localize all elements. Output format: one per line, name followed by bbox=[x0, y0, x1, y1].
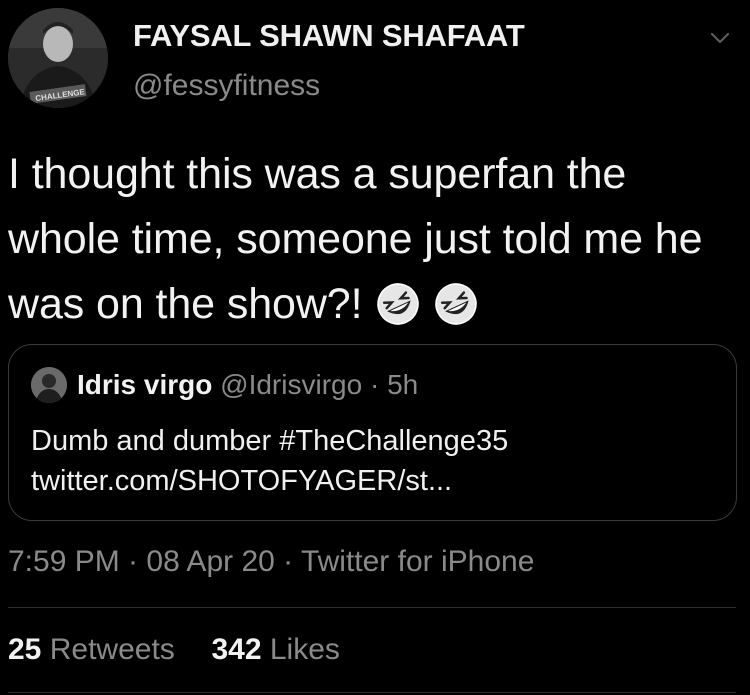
likes-count: 342 bbox=[211, 633, 262, 666]
quoted-tweet-header: Idris virgo @Idrisvirgo · 5h bbox=[77, 369, 418, 401]
divider bbox=[8, 607, 736, 608]
quoted-author-avatar bbox=[31, 367, 67, 403]
quoted-avatar-image bbox=[31, 367, 67, 403]
tweet-body: I thought this was a superfan the whole … bbox=[8, 150, 703, 328]
tweet-text: I thought this was a superfan the whole … bbox=[8, 142, 738, 337]
retweets-stat[interactable]: 25 Retweets bbox=[8, 633, 183, 666]
quoted-text-line-2: twitter.com/SHOTOFYAGER/st... bbox=[31, 465, 453, 497]
chevron-down-icon[interactable] bbox=[708, 26, 732, 50]
retweets-label: Retweets bbox=[49, 633, 175, 666]
quoted-tweet-card[interactable]: Idris virgo @Idrisvirgo · 5h Dumb and du… bbox=[8, 344, 737, 521]
quoted-separator: · bbox=[369, 369, 380, 400]
author-avatar[interactable]: CHALLENGE bbox=[8, 8, 108, 108]
likes-stat[interactable]: 342 Likes bbox=[211, 633, 339, 666]
quoted-text-line-1: Dumb and dumber #TheChallenge35 bbox=[31, 425, 509, 457]
divider bbox=[8, 692, 736, 693]
author-handle[interactable]: @fessyfitness bbox=[133, 69, 320, 103]
author-name[interactable]: FAYSAL SHAWN SHAFAAT bbox=[133, 18, 525, 54]
rolling-on-floor-laughing-icon bbox=[377, 283, 420, 325]
rolling-on-floor-laughing-icon bbox=[435, 283, 477, 325]
likes-label: Likes bbox=[269, 633, 340, 666]
author-avatar-image: CHALLENGE bbox=[8, 8, 108, 108]
tweet-metadata: 7:59 PM · 08 Apr 20 · Twitter for iPhone bbox=[8, 545, 535, 578]
tweet-stats: 25 Retweets 342 Likes bbox=[8, 633, 340, 667]
quoted-timestamp: 5h bbox=[387, 369, 419, 400]
retweets-count: 25 bbox=[8, 633, 42, 666]
quoted-author-handle: @Idrisvirgo bbox=[220, 369, 363, 400]
quoted-author-name: Idris virgo bbox=[77, 369, 213, 400]
quoted-tweet-text: Dumb and dumber #TheChallenge35 twitter.… bbox=[31, 421, 508, 501]
